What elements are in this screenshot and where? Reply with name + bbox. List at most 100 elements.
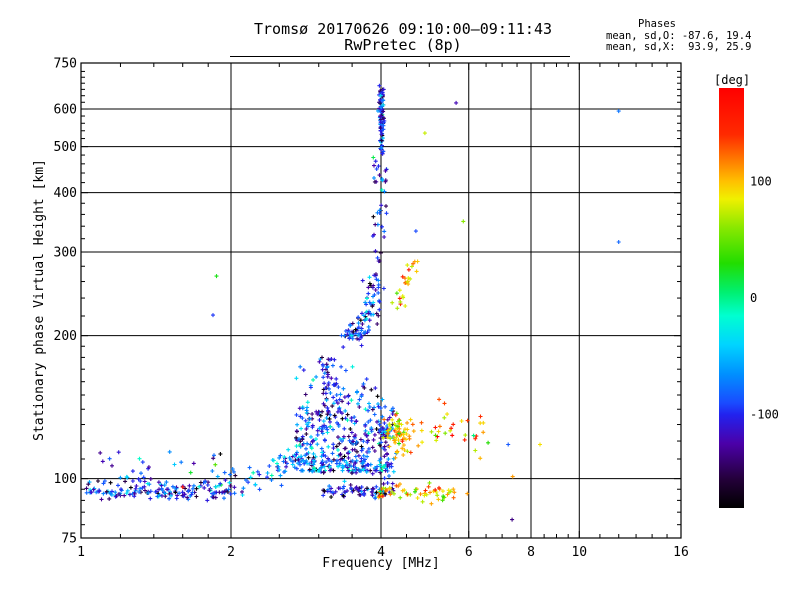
data-point [122,493,127,498]
data-point [336,448,340,452]
data-point [137,456,142,461]
data-point [372,412,377,417]
data-point [218,452,223,456]
data-point [360,278,365,283]
data-point [232,485,237,490]
data-point [322,381,327,386]
data-point [372,432,377,437]
data-point [341,386,346,391]
data-point [328,391,333,395]
data-point [373,222,378,227]
data-point [328,419,332,424]
data-point [372,449,377,453]
data-point [364,296,369,301]
data-point [211,313,215,318]
data-point [187,483,192,488]
data-point [370,471,375,476]
data-point [405,427,410,432]
colorbar-tick-label: 0 [750,291,757,305]
data-point [481,430,486,435]
data-point [389,464,394,469]
tick-label: 6 [465,545,473,560]
data-point [107,496,112,501]
data-point [461,219,466,224]
data-point [257,487,262,492]
data-point [473,448,478,453]
data-point [346,455,351,460]
data-point [191,461,196,466]
data-point [306,455,311,460]
data-point [454,100,459,105]
data-point [298,364,303,369]
data-point [353,454,358,459]
data-point [346,401,351,406]
data-point [419,420,424,425]
data-point [354,470,359,475]
data-point [436,497,441,502]
data-point [300,437,305,441]
tick-label: 2 [227,545,235,560]
data-point [387,474,391,478]
colorbar-tick-labels: 100 0 -100 [750,174,779,421]
data-point [356,321,361,326]
data-point [422,493,427,498]
data-point [367,401,371,406]
data-point [350,447,355,452]
data-point [419,428,424,433]
colorbar-gradient [719,88,744,508]
data-point [311,451,316,456]
data-point [323,391,328,396]
data-point [328,424,333,429]
data-point [113,490,118,495]
data-point [341,345,346,350]
tick-label: 500 [54,140,77,155]
tick-label: 100 [54,472,77,487]
data-point [337,441,342,446]
data-point [414,269,419,274]
data-point [510,517,515,522]
data-point [406,267,411,272]
data-point [317,418,322,422]
data-point [415,259,420,264]
data-point [451,495,456,500]
data-point [437,397,442,402]
data-point [319,446,324,451]
data-point [506,442,511,447]
data-point [334,393,339,397]
data-point [387,415,392,420]
phase-stats-x-mode: mean, sd,X: 93.9, 25.9 [606,41,751,53]
data-point [405,263,410,268]
data-point [100,459,105,464]
data-point [332,357,337,362]
data-point [401,453,406,457]
data-point [269,473,274,478]
data-point [410,422,415,427]
data-point [325,427,330,432]
data-point [434,438,439,443]
data-point [407,436,412,441]
data-point [385,451,389,456]
data-point [382,229,387,234]
data-point [366,324,371,329]
data-point [240,489,244,494]
data-point [331,442,336,447]
data-point [426,484,431,489]
data-point [342,426,347,431]
data-point [463,433,468,438]
data-point [246,480,251,485]
data-point [371,155,376,160]
data-point [384,204,388,209]
data-point [304,446,308,451]
data-point [212,453,216,458]
data-point [486,440,491,445]
data-point [305,400,310,405]
data-point [366,291,371,296]
data-point [295,429,299,434]
data-point [116,483,120,488]
data-point [361,453,366,458]
data-point [211,456,216,461]
data-point [372,163,376,168]
data-point [320,367,325,372]
data-point [99,497,104,502]
data-point [222,470,227,475]
